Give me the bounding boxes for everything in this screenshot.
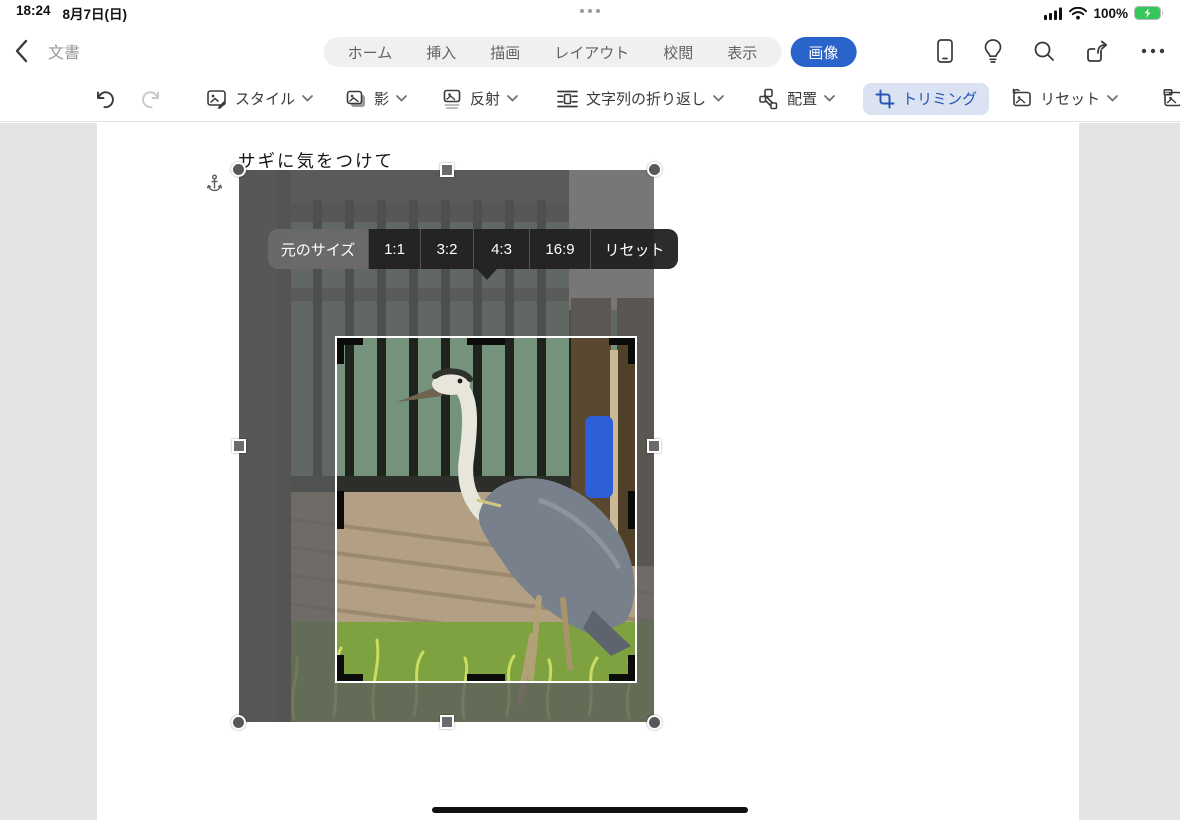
home-indicator[interactable]	[432, 807, 748, 813]
style-button[interactable]: スタイル	[202, 83, 317, 115]
status-date: 8月7日(日)	[62, 7, 128, 22]
system-handle-dots[interactable]	[580, 9, 600, 13]
document-title[interactable]: 文書	[48, 39, 80, 63]
status-bar: 18:24 8月7日(日) 100%	[0, 0, 1180, 26]
alt-text-button[interactable]: 代替テキスト	[1158, 83, 1180, 115]
search-icon[interactable]	[1032, 39, 1056, 63]
crop-corner-handle-bl[interactable]	[337, 655, 363, 681]
tab-review[interactable]: 校閲	[663, 42, 693, 63]
battery-icon	[1134, 6, 1163, 20]
crop-edge-handle-left[interactable]	[337, 490, 344, 529]
selection-handle-bottom[interactable]	[439, 715, 454, 729]
tab-draw[interactable]: 描画	[490, 42, 520, 63]
tab-insert[interactable]: 挿入	[426, 42, 456, 63]
crop-corner-handle-tr[interactable]	[609, 338, 635, 364]
chevron-down-icon	[713, 95, 724, 102]
more-ellipsis-icon[interactable]	[1140, 47, 1166, 55]
aspect-16-9[interactable]: 16:9	[529, 229, 590, 269]
arrange-icon	[759, 88, 778, 109]
status-time: 18:24	[16, 3, 51, 18]
crop-edge-handle-right[interactable]	[628, 490, 635, 529]
text-wrap-icon	[557, 90, 578, 107]
chevron-down-icon	[396, 95, 407, 102]
picture-shadow-icon	[346, 90, 366, 107]
picture-reflection-icon	[443, 89, 461, 109]
crop-frame[interactable]	[335, 336, 637, 683]
shadow-button[interactable]: 影	[341, 83, 411, 115]
wifi-icon	[1069, 6, 1088, 19]
selection-handle-bottom-right[interactable]	[647, 715, 662, 730]
crop-button[interactable]: トリミング	[863, 82, 990, 115]
ribbon-tabs: ホーム 挿入 描画 レイアウト 校閲 表示 画像	[323, 37, 857, 67]
app-header: 文書 ホーム 挿入 描画 レイアウト 校閲 表示 画像	[0, 26, 1180, 76]
chevron-down-icon	[302, 95, 313, 102]
cellular-signal-icon	[1044, 7, 1063, 20]
crop-corner-handle-tl[interactable]	[337, 338, 363, 364]
aspect-3-2[interactable]: 3:2	[420, 229, 473, 269]
crop-dim-overlay	[239, 338, 337, 681]
popup-pointer-arrow	[477, 269, 497, 280]
reset-picture-icon	[1012, 87, 1031, 106]
crop-edge-handle-top[interactable]	[467, 338, 505, 345]
back-button[interactable]	[12, 38, 32, 64]
selection-handle-top[interactable]	[439, 163, 454, 177]
redo-button[interactable]	[136, 83, 166, 115]
reflection-button[interactable]: 反射	[437, 83, 522, 115]
tab-home[interactable]: ホーム	[348, 42, 393, 63]
aspect-original-size[interactable]: 元のサイズ	[268, 229, 368, 269]
aspect-1-1[interactable]: 1:1	[368, 229, 420, 269]
aspect-4-3[interactable]: 4:3	[473, 229, 529, 269]
selection-handle-right[interactable]	[647, 439, 661, 453]
crop-icon	[875, 89, 895, 108]
aspect-reset[interactable]: リセット	[590, 229, 678, 269]
anchor-icon	[207, 174, 222, 192]
alt-text-icon	[1163, 88, 1180, 106]
picture-style-icon	[207, 89, 226, 109]
lightbulb-icon[interactable]	[983, 38, 1003, 64]
battery-percent: 100%	[1093, 5, 1128, 21]
text-wrap-button[interactable]: 文字列の折り返し	[552, 83, 728, 115]
arrange-button[interactable]: 配置	[754, 83, 839, 115]
selection-handle-left[interactable]	[232, 439, 246, 453]
chevron-down-icon	[824, 95, 835, 102]
chevron-down-icon	[507, 95, 518, 102]
crop-aspect-popup: 元のサイズ 1:1 3:2 4:3 16:9 リセット	[268, 229, 678, 280]
crop-dim-overlay	[635, 338, 654, 681]
tab-layout[interactable]: レイアウト	[554, 42, 629, 63]
selection-handle-top-right[interactable]	[647, 162, 662, 177]
mobile-view-icon[interactable]	[936, 38, 954, 64]
reset-picture-button[interactable]: リセット	[1007, 83, 1122, 115]
selection-handle-top-left[interactable]	[231, 162, 246, 177]
crop-corner-handle-br[interactable]	[609, 655, 635, 681]
chevron-down-icon	[1107, 95, 1118, 102]
selection-handle-bottom-left[interactable]	[231, 715, 246, 730]
tab-view[interactable]: 表示	[727, 42, 757, 63]
picture-toolbar: スタイル 影 反射 文字列の折り返し 配置 トリミング リセット	[0, 76, 1180, 122]
share-icon[interactable]	[1085, 39, 1111, 64]
undo-button[interactable]	[90, 83, 120, 115]
tab-picture-active[interactable]: 画像	[790, 37, 857, 67]
document-canvas: サギに気をつけて 元のサイズ 1:1 3:2 4:3 16:9 リセット	[0, 123, 1180, 820]
crop-edge-handle-bottom[interactable]	[467, 674, 505, 681]
